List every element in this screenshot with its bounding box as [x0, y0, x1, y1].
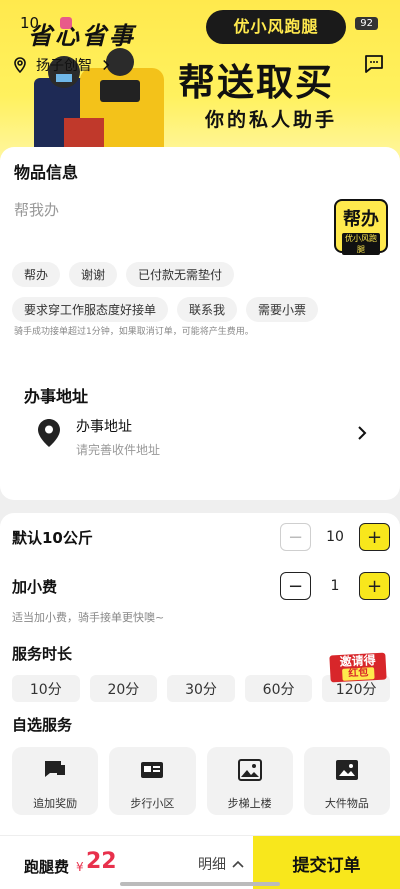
banner-slogan: 帮送取买	[178, 61, 334, 104]
image-icon	[237, 759, 262, 781]
service-type-logo-main: 帮办	[343, 209, 379, 230]
goods-section-title: 物品信息	[14, 163, 79, 182]
service-label: 追加奖励	[33, 797, 78, 810]
duration-option[interactable]: 20分	[89, 675, 158, 702]
battery-indicator: 92	[355, 17, 378, 30]
promo-banner[interactable]: 10 92 省心省事 优小风跑腿 帮送取买 你的私人助手 扬子创智	[0, 0, 400, 160]
map-pin-icon	[38, 419, 60, 447]
fee-currency: ¥	[76, 860, 84, 874]
duration-option[interactable]: 10分	[12, 675, 80, 702]
service-type-logo-sub: 优小风跑腿	[342, 233, 380, 255]
service-bulky[interactable]: 大件物品	[303, 747, 390, 815]
weight-label: 默认10公斤	[12, 529, 93, 547]
service-label: 步行小区	[130, 797, 175, 810]
fee-amount: 22	[86, 849, 117, 874]
weight-stepper: − 10 +	[280, 523, 390, 551]
service-type-logo: 帮办 优小风跑腿	[334, 199, 388, 255]
address-hint: 请完善收件地址	[76, 443, 161, 457]
location-label: 扬子创智	[36, 58, 92, 74]
weight-decrease-button[interactable]: −	[280, 523, 311, 551]
home-indicator	[120, 882, 280, 886]
quick-tag[interactable]: 需要小票	[246, 297, 319, 322]
invite-badge-top: 邀请得	[339, 653, 377, 669]
address-main: 办事地址	[76, 419, 132, 435]
chevron-right-icon	[103, 59, 110, 71]
goods-info-card: 物品信息 帮我办 帮办 优小风跑腿 帮办 谢谢 已付款无需垫付 要求穿工作服态度…	[0, 147, 400, 500]
app-logo-text: 省心省事	[28, 21, 136, 50]
fee-label: 跑腿费	[24, 858, 70, 876]
service-label: 大件物品	[324, 797, 369, 810]
invite-badge-bottom: 红包	[342, 667, 375, 681]
chevron-right-icon	[358, 426, 367, 440]
cancel-notice: 骑手成功接单超过1分钟，如果取消订单，可能将产生费用。	[14, 327, 254, 337]
tip-stepper: − 1 +	[280, 572, 390, 600]
location-selector[interactable]: 扬子创智	[12, 55, 112, 75]
fee-detail-toggle[interactable]: 明细	[198, 854, 244, 874]
quick-tags: 帮办 谢谢 已付款无需垫付 要求穿工作服态度好接单 联系我 需要小票	[12, 262, 392, 322]
duration-option[interactable]: 60分	[244, 675, 313, 702]
logo-badge-icon	[60, 17, 72, 29]
tip-decrease-button[interactable]: −	[280, 572, 311, 600]
quick-tag[interactable]: 帮办	[12, 262, 61, 287]
service-stairs[interactable]: 步梯上楼	[206, 747, 293, 815]
chevron-up-icon	[232, 860, 244, 868]
tip-label: 加小费	[12, 578, 58, 596]
weight-increase-button[interactable]: +	[358, 523, 390, 551]
fee-detail-label: 明细	[198, 857, 226, 873]
address-selector[interactable]: 办事地址 请完善收件地址	[38, 415, 368, 459]
id-card-icon	[141, 762, 164, 778]
location-pin-icon	[14, 57, 26, 73]
quick-tag[interactable]: 谢谢	[69, 262, 118, 287]
order-options-card: 默认10公斤 − 10 + 加小费 − 1 + 适当加小费，骑手接单更快噢~ 服…	[0, 513, 400, 835]
service-walk[interactable]: 步行小区	[109, 747, 196, 815]
duration-label: 服务时长	[12, 645, 73, 663]
service-label: 步梯上楼	[227, 797, 272, 810]
chat-bubble-icon[interactable]	[362, 52, 386, 76]
optional-services: 追加奖励 步行小区 步梯上楼 大件物品	[12, 747, 390, 815]
banner-subslogan: 你的私人助手	[205, 109, 338, 131]
tip-value: 1	[330, 578, 340, 594]
goods-description-input[interactable]: 帮我办	[14, 199, 59, 220]
brand-pill: 优小风跑腿	[206, 10, 346, 44]
services-label: 自选服务	[12, 716, 73, 734]
weight-value: 10	[326, 529, 344, 545]
tip-hint: 适当加小费，骑手接单更快噢~	[12, 611, 165, 624]
quick-tag[interactable]: 要求穿工作服态度好接单	[12, 297, 169, 322]
address-section-title: 办事地址	[24, 387, 89, 406]
quick-tag[interactable]: 已付款无需垫付	[126, 262, 235, 287]
order-footer: 跑腿费 ¥ 22 明细 提交订单	[0, 835, 400, 889]
photo-icon	[335, 760, 358, 780]
tip-increase-button[interactable]: +	[358, 572, 390, 600]
duration-option[interactable]: 30分	[167, 675, 235, 702]
invite-badge[interactable]: 邀请得 红包	[329, 652, 387, 683]
service-reward[interactable]: 追加奖励	[12, 747, 99, 815]
quick-tag[interactable]: 联系我	[177, 297, 238, 322]
chat-reward-icon	[45, 761, 66, 777]
